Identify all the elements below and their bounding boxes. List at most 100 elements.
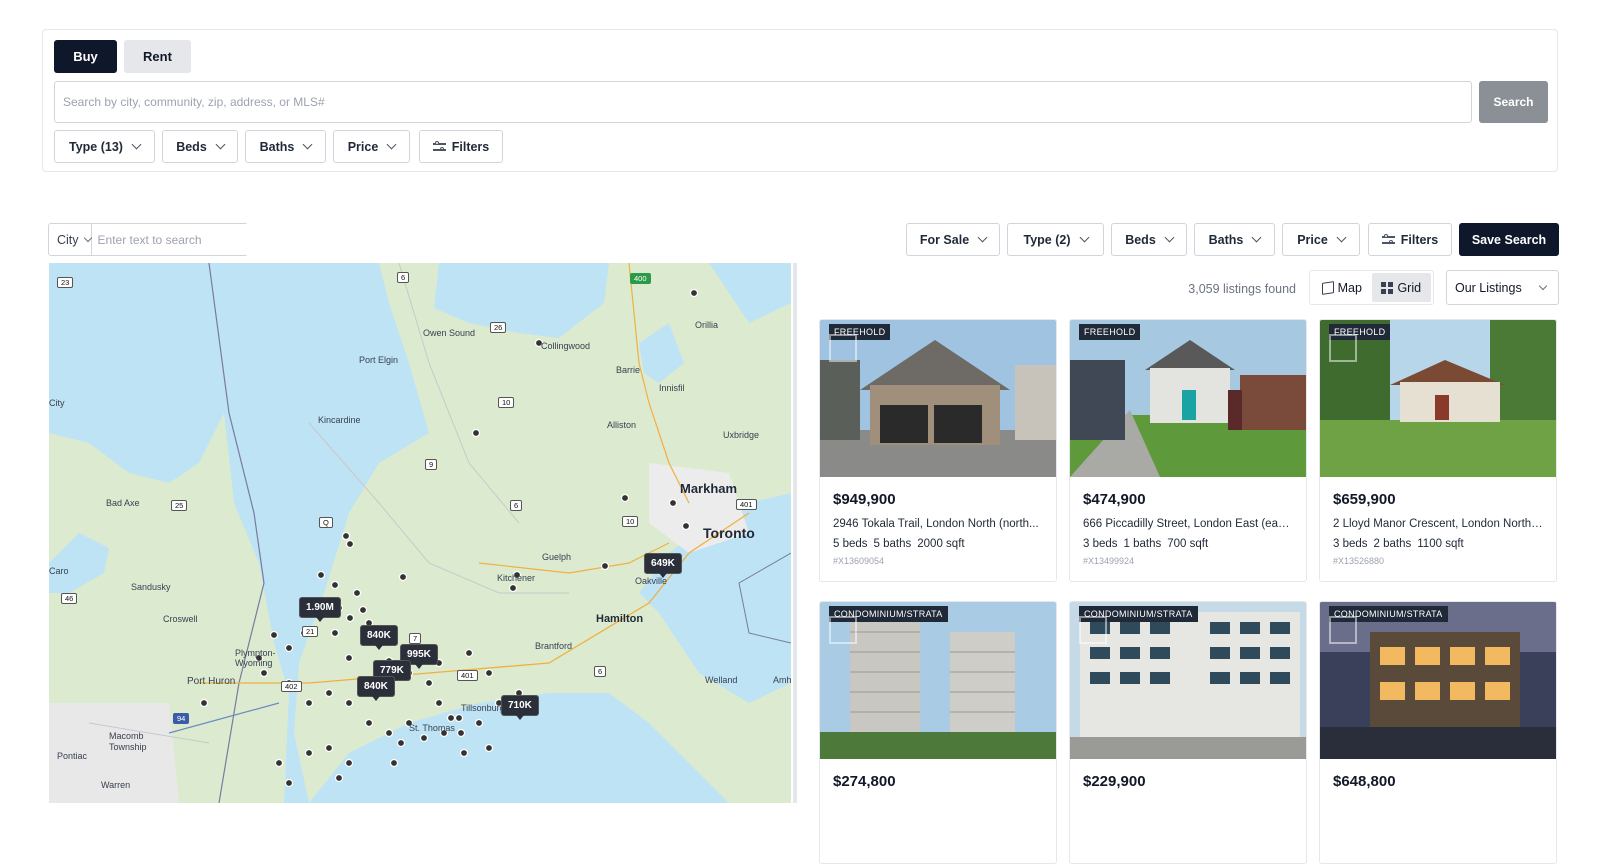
listing-card[interactable]: CONDOMINIUM/STRATA $648,800 (1319, 601, 1557, 864)
listing-price: $949,900 (833, 491, 896, 508)
highway-shield: 6 (594, 666, 607, 677)
map-place-label: Macomb Township (109, 731, 147, 752)
listing-photo: FREEHOLD (1320, 320, 1556, 477)
listing-price: $229,900 (1083, 773, 1146, 790)
map-place-label: Hamilton (596, 613, 644, 625)
listing-stats: 3 beds 1 baths 700 sqft (1083, 538, 1293, 550)
highway-shield: 23 (57, 277, 74, 288)
results-type-label: Type (2) (1023, 232, 1071, 247)
price-pin[interactable]: 840K (357, 676, 395, 701)
price-filter-label: Price (347, 139, 379, 154)
map-place-label: Sandusky (131, 582, 171, 592)
chevron-down-icon (215, 139, 226, 150)
beds-filter-dropdown[interactable]: Beds (162, 130, 238, 163)
map-background (49, 263, 791, 803)
highway-shield: 10 (622, 516, 639, 527)
location-search-input[interactable] (54, 81, 1472, 123)
listing-photo: FREEHOLD (820, 320, 1056, 477)
realtor-logo-icon (1079, 616, 1107, 644)
price-filter-dropdown[interactable]: Price (333, 130, 410, 163)
chevron-down-icon (1251, 232, 1262, 243)
map-scrollbar[interactable] (793, 263, 797, 803)
chevron-down-icon (1164, 232, 1175, 243)
results-baths-dropdown[interactable]: Baths (1194, 223, 1275, 256)
sort-dropdown[interactable]: Our Listings (1446, 270, 1559, 305)
listing-price: $474,900 (1083, 491, 1146, 508)
results-price-label: Price (1297, 232, 1328, 247)
listing-mls: #X13499924 (1083, 556, 1135, 566)
city-select-dropdown[interactable]: City (49, 224, 92, 255)
listing-price: $274,800 (833, 773, 896, 790)
results-more-filters-label: Filters (1400, 232, 1439, 247)
map-place-label: Brantford (535, 641, 573, 651)
map-place-label: Markham (680, 481, 738, 496)
property-type-badge: FREEHOLD (1079, 324, 1141, 340)
price-pin[interactable]: 649K (644, 553, 682, 578)
highway-shield: 94 (173, 713, 190, 724)
sliders-icon (1381, 234, 1395, 245)
highway-shield: 7 (409, 633, 422, 644)
listing-card[interactable]: FREEHOLD $949,900 2946 Tokala Trail, Lon… (819, 319, 1057, 582)
price-pin[interactable]: 840K (360, 625, 398, 650)
listing-card[interactable]: CONDOMINIUM/STRATA $229,900 (1069, 601, 1307, 864)
map-place-label: Port Huron (187, 676, 236, 687)
map-place-label: Amh (773, 675, 791, 685)
listing-photo: CONDOMINIUM/STRATA (1320, 602, 1556, 759)
price-pin[interactable]: 710K (501, 695, 539, 720)
highway-shield: 10 (498, 397, 515, 408)
listing-photo: FREEHOLD (1070, 320, 1306, 477)
sort-label: Our Listings (1455, 280, 1522, 295)
highway-shield: 21 (302, 626, 319, 637)
chevron-down-icon (977, 232, 988, 243)
sliders-icon (432, 141, 446, 152)
rent-tab[interactable]: Rent (124, 40, 191, 73)
listing-price: $659,900 (1333, 491, 1396, 508)
listings-count: 3,059 listings found (1188, 282, 1296, 296)
map-icon (1321, 280, 1334, 295)
listing-address: 2 Lloyd Manor Crescent, London North (..… (1333, 518, 1543, 530)
listing-photo: CONDOMINIUM/STRATA (820, 602, 1056, 759)
map-place-label: Tillsonburg (461, 703, 505, 713)
price-pin[interactable]: 1.90M (299, 597, 341, 622)
chevron-down-icon (302, 139, 313, 150)
map-place-label: Orillia (695, 320, 719, 330)
listing-beds: 3 beds (1083, 538, 1118, 550)
baths-filter-dropdown[interactable]: Baths (245, 130, 326, 163)
buy-tab[interactable]: Buy (54, 40, 117, 73)
baths-filter-label: Baths (259, 139, 295, 154)
more-filters-label: Filters (451, 139, 490, 154)
listing-status-dropdown[interactable]: For Sale (906, 223, 1000, 256)
map-place-label: Caro (49, 566, 69, 576)
listing-card[interactable]: CONDOMINIUM/STRATA $274,800 (819, 601, 1057, 864)
listings-map[interactable]: Owen Sound Collingwood Orillia Barrie In… (49, 263, 791, 803)
search-button[interactable]: Search (1479, 81, 1548, 123)
listing-baths: 2 baths (1373, 538, 1412, 550)
listing-photo: CONDOMINIUM/STRATA (1070, 602, 1306, 759)
map-view-button[interactable]: Map (1312, 273, 1372, 302)
results-price-dropdown[interactable]: Price (1282, 223, 1360, 256)
listing-card[interactable]: FREEHOLD $474,900 666 Piccadilly Street,… (1069, 319, 1307, 582)
map-place-label: Croswell (163, 614, 198, 624)
save-search-button[interactable]: Save Search (1459, 223, 1559, 256)
chevron-down-icon (1538, 281, 1548, 291)
listing-beds: 3 beds (1333, 538, 1368, 550)
listing-sqft: 1100 sqft (1417, 538, 1464, 550)
map-place-label: Plympton-Wyoming (235, 648, 276, 668)
city-text-input[interactable] (91, 224, 253, 255)
grid-view-label: Grid (1397, 280, 1422, 295)
highway-shield: 25 (171, 500, 188, 511)
type-filter-label: Type (13) (69, 139, 123, 154)
results-more-filters-button[interactable]: Filters (1368, 223, 1452, 256)
more-filters-button[interactable]: Filters (419, 130, 503, 163)
listing-price: $648,800 (1333, 773, 1396, 790)
type-filter-dropdown[interactable]: Type (13) (54, 130, 155, 163)
beds-filter-label: Beds (176, 139, 207, 154)
results-type-dropdown[interactable]: Type (2) (1007, 223, 1104, 256)
grid-view-button[interactable]: Grid (1371, 273, 1431, 302)
listing-baths: 1 baths (1123, 538, 1162, 550)
realtor-logo-icon (829, 334, 857, 362)
listing-card[interactable]: FREEHOLD $659,900 2 Lloyd Manor Crescent… (1319, 319, 1557, 582)
results-beds-dropdown[interactable]: Beds (1111, 223, 1187, 256)
listing-mls: #X13526880 (1333, 556, 1385, 566)
search-panel: Buy Rent Search Type (13) Beds Baths Pri… (42, 29, 1558, 172)
